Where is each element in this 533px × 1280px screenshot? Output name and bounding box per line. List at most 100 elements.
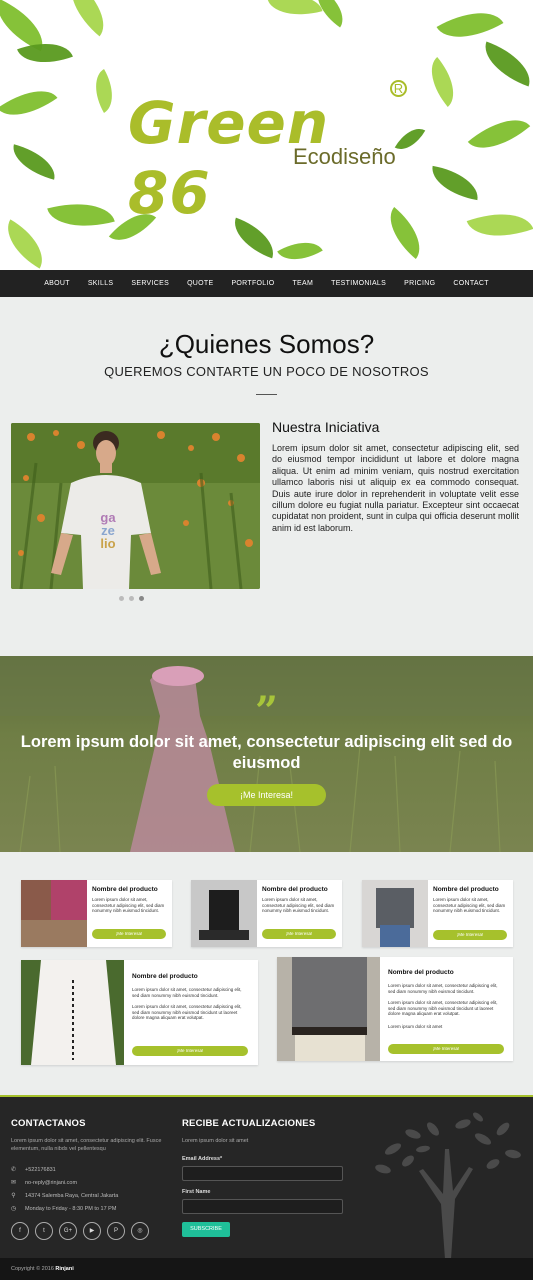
leaf-decoration — [267, 0, 323, 25]
product-name: Nombre del producto — [92, 886, 158, 893]
leaf-decoration — [7, 144, 61, 180]
product-name: Nombre del producto — [262, 886, 328, 893]
nav-item-quote[interactable]: QUOTE — [178, 280, 222, 287]
leaf-decoration — [277, 231, 323, 270]
subscribe-button[interactable]: SUBSCRIBE — [182, 1222, 230, 1237]
about-section: ¿Quienes Somos? QUEREMOS CONTARTE UN POC… — [0, 297, 533, 656]
envelope-icon: ✉ — [11, 1180, 17, 1186]
product-description: Lorem ipsum dolor sit amet, consectetur … — [92, 897, 165, 914]
email-address[interactable]: no-reply@rinjani.com — [25, 1180, 77, 1186]
leaf-decoration — [418, 57, 467, 107]
registered-mark: R — [390, 80, 407, 97]
product-name: Nombre del producto — [388, 969, 454, 976]
leaf-decoration — [47, 192, 115, 238]
product-card: Nombre del producto Lorem ipsum dolor si… — [277, 957, 513, 1061]
quote-banner: ” Lorem ipsum dolor sit amet, consectetu… — [0, 656, 533, 852]
leaf-decoration — [476, 41, 533, 87]
nav-item-team[interactable]: TEAM — [283, 280, 322, 287]
leaf-decoration — [466, 200, 533, 250]
address-info: ⚲ 14374 Salemba Raya, Central Jakarta — [11, 1192, 119, 1200]
product-card: Nombre del producto Lorem ipsum dolor si… — [21, 960, 258, 1065]
product-card: Nombre del producto Lorem ipsum dolor si… — [362, 880, 513, 947]
product-image — [362, 880, 428, 947]
copyright-text: Copyright © 2016 — [11, 1266, 54, 1272]
leaf-decoration — [428, 165, 482, 201]
nav-item-portfolio[interactable]: PORTFOLIO — [222, 280, 283, 287]
product-interest-button[interactable]: ¡Me Interesa! — [262, 929, 336, 939]
product-interest-button[interactable]: ¡Me Interesa! — [433, 930, 507, 940]
youtube-icon[interactable]: ▶ — [83, 1222, 101, 1240]
slider-dot[interactable] — [129, 596, 134, 601]
nav-item-testimonials[interactable]: TESTIMONIALS — [322, 280, 395, 287]
shirt-print: ga ze lio — [90, 511, 126, 550]
footer: CONTACTANOS Lorem ipsum dolor sit amet, … — [0, 1095, 533, 1259]
social-links: f t G+ ▶ P ◎ — [11, 1222, 149, 1240]
address: 14374 Salemba Raya, Central Jakarta — [25, 1192, 119, 1199]
initiative-heading: Nuestra Iniciativa — [272, 419, 380, 435]
man-in-flowers-photo — [11, 423, 260, 589]
contact-title: CONTACTANOS — [11, 1118, 86, 1129]
nav-item-contact[interactable]: CONTACT — [444, 280, 497, 287]
phone-info: ✆ +522176831 — [11, 1166, 56, 1174]
image-slider[interactable]: ga ze lio — [11, 423, 260, 589]
product-description: Lorem ipsum dolor sit amet, consectetur … — [132, 1004, 242, 1021]
product-description: Lorem ipsum dolor sit amet — [388, 1024, 443, 1029]
products-section: Nombre del producto Lorem ipsum dolor si… — [0, 852, 533, 1095]
shirt-print-line: lio — [100, 536, 116, 551]
phone-number: +522176831 — [25, 1166, 56, 1173]
nav-item-skills[interactable]: SKILLS — [79, 280, 123, 287]
leaf-decoration — [0, 76, 58, 130]
product-name: Nombre del producto — [132, 973, 198, 980]
slider-dot-active[interactable] — [139, 596, 144, 601]
slider-dots — [119, 596, 144, 601]
product-card: Nombre del producto Lorem ipsum dolor si… — [21, 880, 172, 947]
product-image — [277, 957, 380, 1061]
email-field[interactable] — [182, 1166, 343, 1181]
leaf-decoration — [467, 104, 531, 164]
pinterest-icon[interactable]: P — [107, 1222, 125, 1240]
product-description: Lorem ipsum dolor sit amet, consectetur … — [433, 897, 506, 914]
product-card: Nombre del producto Lorem ipsum dolor si… — [191, 880, 342, 947]
first-name-field[interactable] — [182, 1199, 343, 1214]
twitter-icon[interactable]: t — [35, 1222, 53, 1240]
leaf-decoration — [57, 0, 118, 37]
email-label: Email Address* — [182, 1156, 223, 1162]
quote-icon: ” — [254, 688, 278, 735]
divider — [256, 394, 277, 395]
opening-hours: Monday to Friday - 8:30 PM to 17 PM — [25, 1205, 117, 1212]
first-name-label: First Name — [182, 1189, 211, 1195]
google-plus-icon[interactable]: G+ — [59, 1222, 77, 1240]
newsletter-text: Lorem ipsum dolor sit amet — [182, 1138, 249, 1144]
phone-icon: ✆ — [11, 1167, 17, 1173]
product-interest-button[interactable]: ¡Me Interesa! — [92, 929, 166, 939]
product-interest-button[interactable]: ¡Me Interesa! — [132, 1046, 248, 1056]
nav-item-about[interactable]: ABOUT — [35, 280, 79, 287]
nav-item-pricing[interactable]: PRICING — [395, 280, 444, 287]
hero-banner: Green 86 R Ecodiseño — [0, 0, 533, 270]
brand-logo[interactable]: Green 86 R Ecodiseño — [118, 80, 418, 227]
hours-info: ◷ Monday to Friday - 8:30 PM to 17 PM — [11, 1205, 117, 1213]
section-subtitle: QUEREMOS CONTARTE UN POCO DE NOSOTROS — [104, 364, 429, 379]
section-title: ¿Quienes Somos? — [158, 329, 375, 359]
nav-item-services[interactable]: SERVICES — [122, 280, 178, 287]
product-interest-button[interactable]: ¡Me Interesa! — [388, 1044, 504, 1054]
leaf-decoration — [0, 219, 54, 269]
interest-button[interactable]: ¡Me Interesa! — [207, 784, 326, 806]
product-name: Nombre del producto — [433, 886, 499, 893]
brand-tagline: Ecodiseño — [293, 144, 396, 169]
contact-text: Lorem ipsum dolor sit amet, consectetur … — [11, 1138, 162, 1152]
main-nav: ABOUT SKILLS SERVICES QUOTE PORTFOLIO TE… — [0, 270, 533, 297]
map-pin-icon: ⚲ — [11, 1193, 16, 1199]
product-description: Lorem ipsum dolor sit amet, consectetur … — [262, 897, 335, 914]
slider-dot[interactable] — [119, 596, 124, 601]
facebook-icon[interactable]: f — [11, 1222, 29, 1240]
product-image — [21, 880, 87, 947]
product-description: Lorem ipsum dolor sit amet, consectetur … — [132, 987, 242, 998]
initiative-text: Lorem ipsum dolor sit amet, consectetur … — [272, 443, 519, 533]
product-description: Lorem ipsum dolor sit amet, consectetur … — [388, 983, 498, 994]
product-image — [191, 880, 257, 947]
quote-text: Lorem ipsum dolor sit amet, consectetur … — [20, 733, 513, 772]
copyright-owner[interactable]: Rinjani — [55, 1266, 73, 1272]
instagram-icon[interactable]: ◎ — [131, 1222, 149, 1240]
tree-illustration — [375, 1112, 521, 1259]
